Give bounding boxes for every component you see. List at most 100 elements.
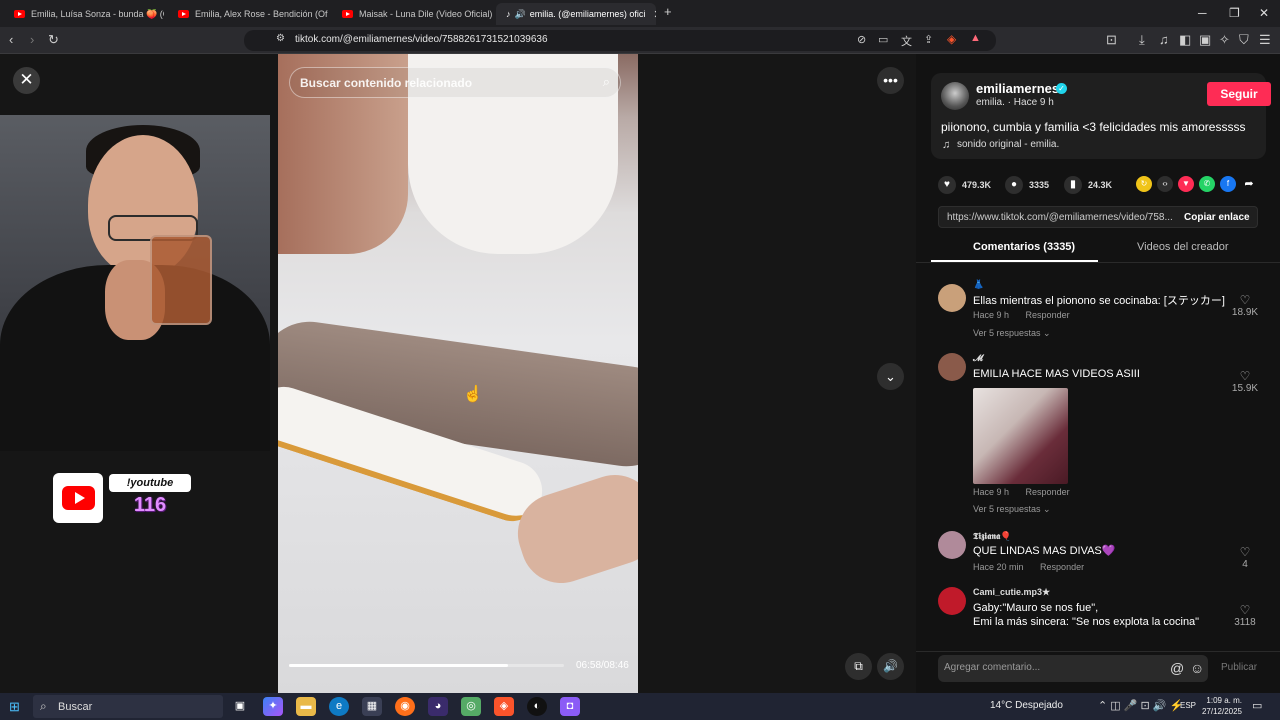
sound-link[interactable]: sonido original - emilia. xyxy=(957,139,1059,150)
comment-avatar[interactable] xyxy=(938,353,966,381)
copilot-icon[interactable]: ✦ xyxy=(263,697,283,716)
comment-like[interactable]: ♡ 15.9K xyxy=(1230,369,1260,394)
reply-button[interactable]: Responder xyxy=(1026,310,1070,320)
edge-icon[interactable]: e xyxy=(329,697,349,716)
app-icon[interactable]: ◕ xyxy=(428,697,448,716)
forward-icon[interactable]: › xyxy=(30,32,34,47)
creator-username[interactable]: emiliamernes xyxy=(976,81,1059,96)
store-icon[interactable]: ▦ xyxy=(362,697,382,716)
comment-icon[interactable]: ● xyxy=(1005,176,1023,194)
minimize-icon[interactable]: ─ xyxy=(1198,6,1207,20)
close-video-button[interactable]: ✕ xyxy=(13,67,40,94)
comment-avatar[interactable] xyxy=(938,284,966,312)
mention-icon[interactable]: @ xyxy=(1170,660,1184,676)
emoji-icon[interactable]: ☺ xyxy=(1190,660,1204,676)
back-icon[interactable]: ‹ xyxy=(9,32,13,47)
view-replies-button[interactable]: Ver 5 respuestas ⌄ xyxy=(973,504,1051,515)
next-video-button[interactable]: ⌄ xyxy=(877,363,904,390)
copy-link-button[interactable]: Copiar enlace xyxy=(1184,212,1250,223)
language-indicator[interactable]: ESP xyxy=(1180,701,1196,710)
obs-icon[interactable]: ◐ xyxy=(527,697,547,716)
taskbar-search-box[interactable]: ⌕ Buscar xyxy=(33,695,223,718)
heart-outline-icon[interactable]: ♡ xyxy=(1230,603,1258,617)
translate-icon[interactable]: 文 xyxy=(901,33,912,49)
weather-widget[interactable]: 14°C Despejado xyxy=(990,700,1063,711)
comment-author[interactable]: Cami_cutie.mp3★ xyxy=(973,587,1050,598)
leo-icon[interactable]: ✧ xyxy=(1219,32,1230,48)
repost-icon[interactable]: ↻ xyxy=(1136,176,1152,192)
save-stat[interactable]: ▮ 24.3K xyxy=(1064,176,1112,194)
comment-image[interactable] xyxy=(973,388,1068,484)
brave-icon[interactable]: ◈ xyxy=(494,697,514,716)
facebook-icon[interactable]: f xyxy=(1220,176,1236,192)
site-settings-icon[interactable]: ⚙ xyxy=(276,33,285,44)
like-stat[interactable]: ♥ 479.3K xyxy=(938,176,991,194)
wallet-icon[interactable]: ▣ xyxy=(1199,32,1211,48)
browser-tab-active[interactable]: ♪ 🔊 emilia. (@emiliamernes) ofici ✕ xyxy=(496,3,656,25)
picture-in-picture-button[interactable]: ⧉ xyxy=(845,653,872,680)
new-tab-button[interactable]: + xyxy=(664,4,672,19)
share-icon[interactable]: ⇪ xyxy=(924,33,933,46)
window-close-icon[interactable]: ✕ xyxy=(1259,6,1269,20)
bookmark-icon[interactable]: ▮ xyxy=(1064,176,1082,194)
related-search-input[interactable]: Buscar contenido relacionado ⌕ xyxy=(289,67,621,98)
reply-button[interactable]: Responder xyxy=(1040,562,1084,572)
comment-author[interactable]: 𝕿𝖎𝖟𝖎𝖆𝖓𝖆🎈 xyxy=(973,531,1011,542)
progress-bar[interactable] xyxy=(289,664,564,667)
sidebar-panel-icon[interactable]: ⊡ xyxy=(1106,32,1117,48)
task-view-icon[interactable]: ▣ xyxy=(230,697,250,716)
comment-like[interactable]: ♡ 3118 xyxy=(1230,603,1258,628)
volume-button[interactable]: 🔊 xyxy=(877,653,904,680)
heart-outline-icon[interactable]: ♡ xyxy=(1230,545,1260,559)
comment-author[interactable]: 𝓜 xyxy=(973,353,983,364)
windows-start-icon[interactable]: ⊞ xyxy=(9,699,20,715)
share-arrow-icon[interactable]: ➦ xyxy=(1241,176,1257,192)
cast-icon[interactable]: ▭ xyxy=(878,33,888,46)
reload-icon[interactable]: ↻ xyxy=(48,32,59,48)
tab-creator-videos[interactable]: Videos del creador xyxy=(1137,241,1229,253)
browser-tab[interactable]: Emilia, Luísa Sonza - bunda 🍑 (Offic xyxy=(4,3,164,25)
reply-button[interactable]: Responder xyxy=(1026,487,1070,497)
follow-button[interactable]: Seguir xyxy=(1207,82,1271,106)
sidebar-icon[interactable]: ◧ xyxy=(1179,32,1191,48)
menu-icon[interactable]: ☰ xyxy=(1259,32,1271,48)
whatsapp-icon[interactable]: ✆ xyxy=(1199,176,1215,192)
heart-icon[interactable]: ♥ xyxy=(938,176,956,194)
address-bar[interactable]: ⚙ tiktok.com/@emiliamernes/video/7588261… xyxy=(244,30,996,51)
clock[interactable]: 1:09 a. m. 27/12/2025 xyxy=(1200,695,1242,717)
heart-outline-icon[interactable]: ♡ xyxy=(1230,369,1260,383)
tab-comments[interactable]: Comentarios (3335) xyxy=(973,241,1075,253)
browser-tab[interactable]: Emilia, Alex Rose - Bendición (Oficial xyxy=(168,3,328,25)
twitch-icon[interactable]: ◘ xyxy=(560,697,580,716)
vpn-icon[interactable]: ⛉ xyxy=(1239,32,1249,48)
search-icon[interactable]: ⌕ xyxy=(603,74,610,90)
download-icon[interactable]: ⤓ xyxy=(1139,32,1145,48)
brave-rewards-icon[interactable]: ▲ xyxy=(970,32,981,44)
comment-avatar[interactable] xyxy=(938,531,966,559)
more-options-button[interactable]: ••• xyxy=(877,67,904,94)
brave-shields-icon[interactable]: ◈ xyxy=(947,32,956,46)
comment-author[interactable]: 👗 xyxy=(973,279,984,290)
restore-icon[interactable]: ❐ xyxy=(1229,6,1240,20)
avatar[interactable] xyxy=(941,82,969,110)
comment-input[interactable]: Agregar comentario... @ ☺ xyxy=(938,655,1208,682)
close-tab-icon[interactable]: ✕ xyxy=(653,8,656,21)
chrome-icon[interactable]: ◎ xyxy=(461,697,481,716)
system-tray-icons[interactable]: ⌃ ◫ 🎤 ⊡ 🔊 ⚡ xyxy=(1098,699,1183,712)
comment-like[interactable]: ♡ 4 xyxy=(1230,545,1260,570)
send-icon[interactable]: ▼ xyxy=(1178,176,1194,192)
music-icon[interactable]: ♫ xyxy=(1159,32,1169,47)
media-icon[interactable]: ⊘ xyxy=(857,33,866,46)
comment-avatar[interactable] xyxy=(938,587,966,615)
notification-icon[interactable]: ▭ xyxy=(1252,699,1262,712)
browser-tab[interactable]: Maisak - Luna Dile (Video Oficial) - Y xyxy=(332,3,492,25)
video-player[interactable]: Buscar contenido relacionado ⌕ ☝ 06:58/0… xyxy=(278,54,638,693)
firefox-icon[interactable]: ◉ xyxy=(395,697,415,716)
comment-stat[interactable]: ● 3335 xyxy=(1005,176,1049,194)
comment-like[interactable]: ♡ 18.9K xyxy=(1230,293,1260,318)
embed-icon[interactable]: ‹› xyxy=(1157,176,1173,192)
publish-button[interactable]: Publicar xyxy=(1221,662,1257,673)
view-replies-button[interactable]: Ver 5 respuestas ⌄ xyxy=(973,328,1051,339)
file-explorer-icon[interactable]: ▬ xyxy=(296,697,316,716)
heart-outline-icon[interactable]: ♡ xyxy=(1230,293,1260,307)
